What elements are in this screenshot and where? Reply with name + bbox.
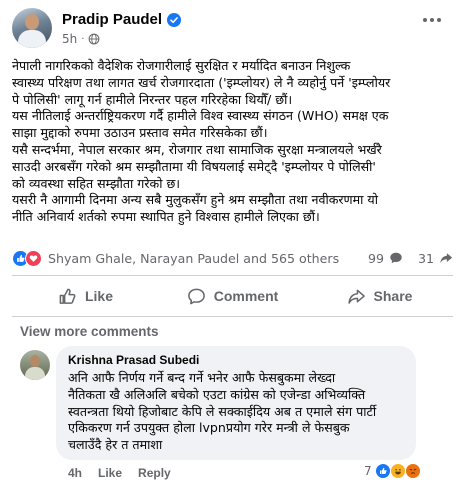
post-actions: Like Comment Share bbox=[12, 278, 453, 314]
commenter-name[interactable]: Krishna Prasad Subedi bbox=[68, 353, 404, 367]
post-header: Pradip Paudel 5h · bbox=[12, 8, 452, 54]
comment-bubble: Krishna Prasad Subedi अनि आफै निर्णय गर्… bbox=[56, 346, 416, 460]
engagement-counts: 99 31 bbox=[368, 251, 453, 266]
angry-reaction-icon bbox=[404, 463, 421, 479]
comment-text: अनि आफै निर्णय गर्ने बन्द गर्ने भनेर आफै… bbox=[68, 370, 377, 453]
reactions-names[interactable]: Shyam Ghale, Narayan Paudel and 565 othe… bbox=[48, 251, 339, 266]
verified-badge-icon bbox=[167, 12, 182, 27]
post-text: नेपाली नागरिकको वैदेशिक रोजगारीलाई सुरक्… bbox=[12, 58, 391, 225]
author-name[interactable]: Pradip Paudel bbox=[62, 11, 162, 28]
divider-bottom bbox=[12, 316, 453, 317]
share-label: Share bbox=[373, 288, 413, 304]
more-options-icon[interactable] bbox=[418, 10, 446, 30]
view-more-comments-link[interactable]: View more comments bbox=[20, 324, 159, 339]
like-reaction-icon bbox=[374, 463, 391, 479]
share-count-icon bbox=[440, 253, 453, 264]
reactions-summary: Shyam Ghale, Narayan Paudel and 565 othe… bbox=[12, 248, 453, 268]
comment-like-link[interactable]: Like bbox=[98, 466, 122, 480]
post-time[interactable]: 5h bbox=[62, 32, 77, 46]
comment-reaction-count: 7 bbox=[364, 464, 372, 478]
comment-time[interactable]: 4h bbox=[68, 466, 82, 480]
share-button[interactable]: Share bbox=[306, 278, 453, 314]
post-meta: 5h · bbox=[62, 32, 100, 46]
comment-footer: 4h Like Reply bbox=[68, 466, 171, 480]
haha-reaction-icon bbox=[389, 463, 406, 479]
reaction-icons[interactable] bbox=[12, 249, 42, 267]
comments-count[interactable]: 99 bbox=[368, 251, 384, 266]
comment-icon bbox=[187, 288, 205, 304]
share-icon bbox=[347, 289, 365, 304]
globe-icon bbox=[89, 33, 100, 45]
author-row: Pradip Paudel bbox=[62, 11, 182, 28]
divider-top bbox=[12, 275, 453, 276]
love-reaction-icon bbox=[25, 249, 42, 267]
shares-count[interactable]: 31 bbox=[418, 251, 434, 266]
author-avatar[interactable] bbox=[12, 8, 52, 48]
like-button[interactable]: Like bbox=[12, 278, 159, 314]
meta-separator: · bbox=[81, 33, 85, 45]
like-label: Like bbox=[84, 288, 113, 304]
comment-button[interactable]: Comment bbox=[159, 278, 306, 314]
comment-reply-link[interactable]: Reply bbox=[138, 466, 171, 480]
comment-label: Comment bbox=[213, 288, 279, 304]
like-icon bbox=[59, 288, 76, 304]
comment-reactions[interactable]: 7 bbox=[364, 463, 421, 479]
comment-count-icon bbox=[390, 252, 402, 264]
commenter-avatar[interactable] bbox=[20, 350, 50, 380]
